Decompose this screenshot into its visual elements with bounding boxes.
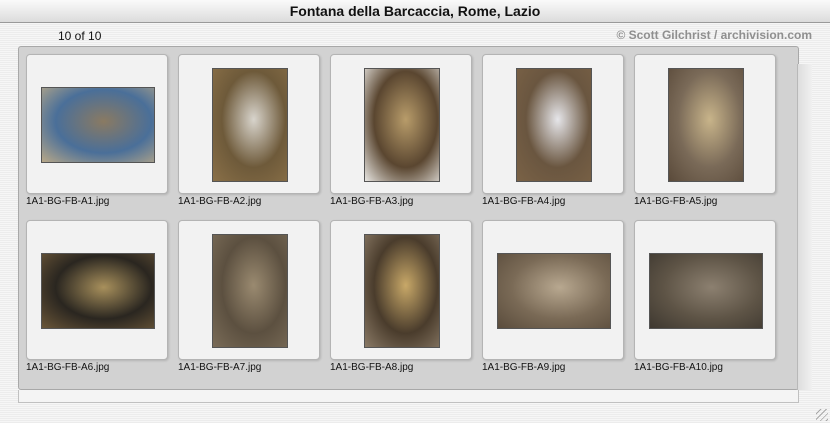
photo-thumbnail[interactable]: [649, 253, 763, 329]
thumbnail-cell[interactable]: [330, 220, 472, 360]
photo-thumbnail[interactable]: [212, 234, 288, 348]
image-counter: 10 of 10: [58, 29, 102, 43]
thumbnail-cell[interactable]: [178, 54, 320, 194]
thumbnail-filename: 1A1-BG-FB-A6.jpg: [26, 362, 110, 373]
photo-thumbnail[interactable]: [364, 68, 440, 182]
photo-thumbnail[interactable]: [364, 234, 440, 348]
thumbnail-filename: 1A1-BG-FB-A2.jpg: [178, 196, 262, 207]
vertical-scrollbar[interactable]: [797, 64, 812, 390]
thumbnail-cell[interactable]: [26, 220, 168, 360]
window-title: Fontana della Barcaccia, Rome, Lazio: [0, 0, 830, 23]
thumbnail-cell[interactable]: [634, 220, 776, 360]
horizontal-scrollbar[interactable]: [18, 390, 799, 403]
thumbnail-filename: 1A1-BG-FB-A7.jpg: [178, 362, 262, 373]
copyright-credit: © Scott Gilchrist / archivision.com: [616, 28, 812, 42]
thumbnail-cell[interactable]: [330, 54, 472, 194]
thumbnail-filename: 1A1-BG-FB-A5.jpg: [634, 196, 718, 207]
thumbnail-cell[interactable]: [26, 54, 168, 194]
thumbnail-filename: 1A1-BG-FB-A4.jpg: [482, 196, 566, 207]
thumbnail-filename: 1A1-BG-FB-A1.jpg: [26, 196, 110, 207]
photo-thumbnail[interactable]: [41, 87, 155, 163]
photo-thumbnail[interactable]: [212, 68, 288, 182]
thumbnail-filename: 1A1-BG-FB-A10.jpg: [634, 362, 723, 373]
thumbnail-cell[interactable]: [482, 220, 624, 360]
thumbnail-cell[interactable]: [178, 220, 320, 360]
thumbnail-filename: 1A1-BG-FB-A8.jpg: [330, 362, 414, 373]
photo-thumbnail[interactable]: [41, 253, 155, 329]
thumbnail-cell[interactable]: [482, 54, 624, 194]
thumbnail-filename: 1A1-BG-FB-A9.jpg: [482, 362, 566, 373]
photo-thumbnail[interactable]: [497, 253, 611, 329]
photo-thumbnail[interactable]: [516, 68, 592, 182]
thumbnail-cell[interactable]: [634, 54, 776, 194]
resize-grip-icon[interactable]: [816, 409, 828, 421]
thumbnail-filename: 1A1-BG-FB-A3.jpg: [330, 196, 414, 207]
photo-thumbnail[interactable]: [668, 68, 744, 182]
